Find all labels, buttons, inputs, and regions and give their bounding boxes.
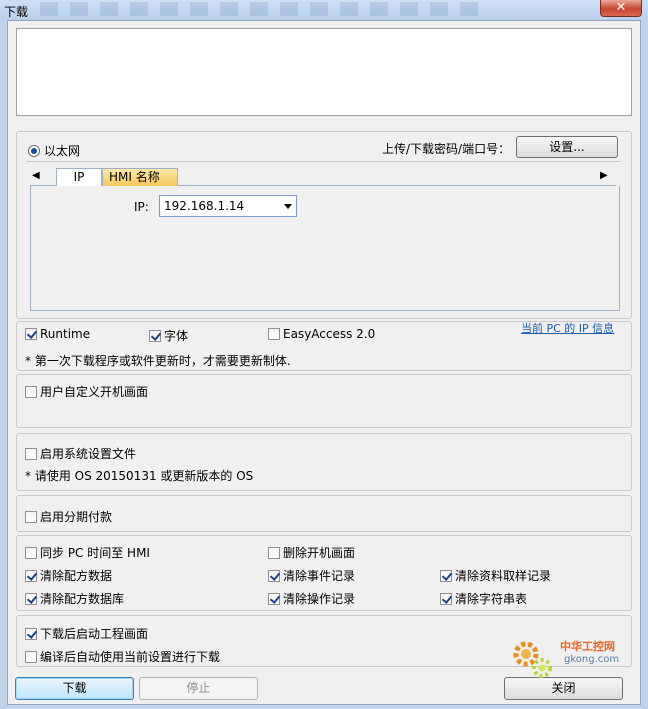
installment-label: 启用分期付款 [40, 510, 113, 524]
clear-op-checkbox[interactable]: 清除操作记录 [268, 590, 355, 607]
clear-event-checkbox[interactable]: 清除事件记录 [268, 567, 355, 584]
update-note: * 第一次下载程序或软件更新时，才需要更新制体. [25, 354, 291, 368]
checkbox-unchecked-icon [25, 511, 37, 523]
close-window-button[interactable]: ✕ [600, 0, 642, 17]
clear-string-label: 清除字符串表 [455, 592, 528, 606]
download-button[interactable]: 下载 [15, 677, 134, 700]
start-after-checkbox[interactable]: 下载后启动工程画面 [25, 625, 148, 642]
tab-scroll-right-icon[interactable]: ▶ [600, 170, 608, 181]
ip-value: 192.168.1.14 [164, 199, 245, 213]
download-log-area [16, 28, 632, 116]
clear-string-checkbox[interactable]: 清除字符串表 [440, 590, 527, 607]
tab-hmi-name[interactable]: HMI 名称 [102, 168, 178, 186]
checkbox-checked-icon [25, 570, 37, 582]
auto-download-label: 编译后自动使用当前设置进行下载 [40, 650, 221, 664]
ip-label: IP: [134, 200, 149, 214]
checkbox-unchecked-icon [25, 547, 37, 559]
checkbox-checked-icon [25, 328, 37, 340]
os-version-note: * 请使用 OS 20150131 或更新版本的 OS [25, 469, 254, 483]
start-after-label: 下载后启动工程画面 [40, 627, 149, 641]
checkbox-checked-icon [268, 570, 280, 582]
font-checkbox[interactable]: 字体 [149, 327, 188, 344]
watermark: 中华工控网 gkong.com [508, 632, 628, 682]
tab-strip: IP HMI 名称 [30, 168, 616, 187]
runtime-checkbox[interactable]: Runtime [25, 327, 90, 341]
ethernet-label: 以太网 [44, 144, 81, 158]
checkbox-checked-icon [268, 593, 280, 605]
title-bar-pattern [40, 2, 480, 16]
clear-op-label: 清除操作记录 [283, 592, 356, 606]
tab-ip[interactable]: IP [56, 168, 102, 187]
checkbox-unchecked-icon [268, 328, 280, 340]
clear-recipe-db-checkbox[interactable]: 清除配方数据库 [25, 590, 124, 607]
radio-selected-icon [28, 145, 40, 157]
easyaccess-label: EasyAccess 2.0 [283, 327, 376, 341]
clear-sampling-label: 清除资料取样记录 [455, 569, 552, 583]
gear-logo-icon [513, 641, 552, 678]
title-bar: 下载 ✕ [0, 0, 648, 20]
checkbox-unchecked-icon [25, 448, 37, 460]
ip-combobox[interactable]: 192.168.1.14 [159, 195, 297, 217]
checkbox-checked-icon [440, 593, 452, 605]
checkbox-unchecked-icon [268, 547, 280, 559]
easyaccess-checkbox[interactable]: EasyAccess 2.0 [268, 327, 375, 341]
system-file-checkbox[interactable]: 启用系统设置文件 [25, 445, 136, 462]
auto-download-checkbox[interactable]: 编译后自动使用当前设置进行下载 [25, 648, 220, 665]
sync-time-label: 同步 PC 时间至 HMI [40, 546, 150, 560]
system-file-label: 启用系统设置文件 [40, 447, 137, 461]
ethernet-radio[interactable]: 以太网 [28, 142, 80, 159]
custom-boot-checkbox[interactable]: 用户自定义开机画面 [25, 383, 148, 400]
installment-checkbox[interactable]: 启用分期付款 [25, 508, 112, 525]
window-title: 下载 [4, 5, 29, 19]
watermark-text-1: 中华工控网 [560, 640, 615, 653]
checkbox-checked-icon [149, 330, 161, 342]
dialog-body: 以太网 上传/下载密码/端口号： 设置... IP HMI 名称 ◀ ▶ IP:… [7, 20, 641, 705]
checkbox-checked-icon [25, 593, 37, 605]
checkbox-checked-icon [440, 570, 452, 582]
stop-button[interactable]: 停止 [139, 677, 258, 700]
delete-boot-checkbox[interactable]: 删除开机画面 [268, 544, 355, 561]
tab-panel-ip [30, 186, 620, 311]
checkbox-unchecked-icon [25, 386, 37, 398]
checkbox-unchecked-icon [25, 651, 37, 663]
watermark-text-2: gkong.com [564, 654, 620, 665]
clear-recipe-checkbox[interactable]: 清除配方数据 [25, 567, 112, 584]
delete-boot-label: 删除开机画面 [283, 546, 356, 560]
tab-scroll-left-icon[interactable]: ◀ [32, 170, 40, 181]
pc-ip-info-link[interactable]: 当前 PC 的 IP 信息 [521, 320, 614, 336]
runtime-label: Runtime [40, 327, 91, 341]
clear-event-label: 清除事件记录 [283, 569, 356, 583]
password-port-label: 上传/下载密码/端口号： [382, 142, 511, 156]
custom-boot-label: 用户自定义开机画面 [40, 385, 149, 399]
clear-sampling-checkbox[interactable]: 清除资料取样记录 [440, 567, 551, 584]
checkbox-checked-icon [25, 628, 37, 640]
divider [26, 161, 620, 162]
dropdown-arrow-icon[interactable] [284, 204, 292, 209]
clear-recipe-label: 清除配方数据 [40, 569, 113, 583]
sync-time-checkbox[interactable]: 同步 PC 时间至 HMI [25, 544, 150, 561]
font-label: 字体 [164, 329, 189, 343]
settings-button[interactable]: 设置... [516, 136, 618, 158]
clear-recipe-db-label: 清除配方数据库 [40, 592, 125, 606]
